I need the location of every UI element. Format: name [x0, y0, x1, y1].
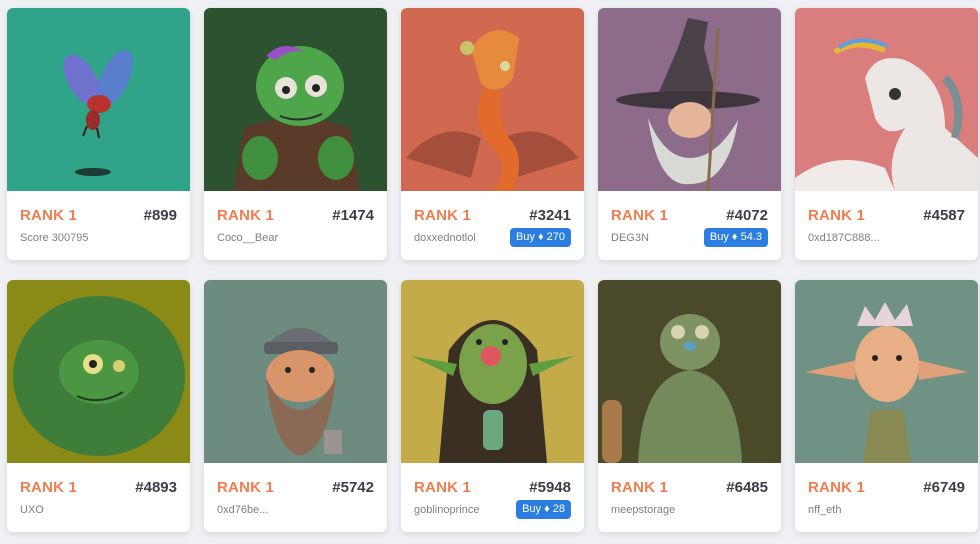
token-id: #5742 — [332, 479, 374, 496]
nft-info: RANK 1 #4587 0xd187C888... — [795, 191, 978, 260]
nft-info: RANK 1 #5948 goblinoprince Buy ♦ 28 — [401, 463, 584, 532]
owner-name[interactable]: meepstorage — [611, 504, 675, 516]
owner-name[interactable]: 0xd187C888... — [808, 232, 880, 244]
token-id: #5948 — [529, 479, 571, 496]
nft-image[interactable] — [795, 280, 978, 463]
buy-button[interactable]: Buy ♦ 54.3 — [703, 228, 768, 247]
club-wielding-ogre-art — [598, 280, 781, 463]
nft-card[interactable]: RANK 1 #6749 nff_eth — [795, 280, 978, 532]
token-id: #1474 — [332, 207, 374, 224]
nft-info: RANK 1 #899 Score 300795 — [7, 191, 190, 260]
nft-card[interactable]: RANK 1 #4587 0xd187C888... — [795, 8, 978, 260]
winged-bug-creature-art — [7, 8, 190, 191]
owner-name[interactable]: doxxednotlol — [414, 232, 476, 244]
nft-info: RANK 1 #4893 UXO — [7, 463, 190, 532]
nft-image[interactable] — [598, 8, 781, 191]
rank-label: RANK 1 — [808, 207, 866, 224]
token-id: #6485 — [726, 479, 768, 496]
nft-info: RANK 1 #6749 nff_eth — [795, 463, 978, 532]
nft-info: RANK 1 #6485 meepstorage — [598, 463, 781, 532]
nft-card[interactable]: RANK 1 #4072 DEG3N Buy ♦ 54.3 — [598, 8, 781, 260]
rank-label: RANK 1 — [217, 207, 275, 224]
nft-info: RANK 1 #4072 DEG3N Buy ♦ 54.3 — [598, 191, 781, 260]
owner-name[interactable]: goblinoprince — [414, 504, 479, 516]
green-zombie-creature-art — [204, 8, 387, 191]
nft-info: RANK 1 #1474 Coco__Bear — [204, 191, 387, 260]
owner-name[interactable]: 0xd76be... — [217, 504, 268, 516]
rank-label: RANK 1 — [20, 479, 78, 496]
green-troll-art — [7, 280, 190, 463]
token-id: #899 — [143, 207, 177, 224]
rank-label: RANK 1 — [217, 479, 275, 496]
buy-button[interactable]: Buy ♦ 28 — [516, 500, 571, 519]
nft-image[interactable] — [7, 280, 190, 463]
nft-card[interactable]: RANK 1 #6485 meepstorage — [598, 280, 781, 532]
rank-label: RANK 1 — [414, 207, 472, 224]
nft-image[interactable] — [401, 280, 584, 463]
orange-bat-creature-art — [401, 8, 584, 191]
nft-image[interactable] — [598, 280, 781, 463]
rank-label: RANK 1 — [611, 207, 669, 224]
token-id: #4072 — [726, 207, 768, 224]
nft-info: RANK 1 #5742 0xd76be... — [204, 463, 387, 532]
long-haired-goblin-art — [401, 280, 584, 463]
rainbow-unicorn-art — [795, 8, 978, 191]
owner-name[interactable]: Score 300795 — [20, 232, 89, 244]
bearded-wizard-art — [598, 8, 781, 191]
buy-button[interactable]: Buy ♦ 270 — [509, 228, 571, 247]
nft-card[interactable]: RANK 1 #1474 Coco__Bear — [204, 8, 387, 260]
nft-image[interactable] — [204, 280, 387, 463]
nft-image[interactable] — [401, 8, 584, 191]
nft-image[interactable] — [7, 8, 190, 191]
owner-name[interactable]: UXO — [20, 504, 44, 516]
nft-card[interactable]: RANK 1 #899 Score 300795 — [7, 8, 190, 260]
nft-card[interactable]: RANK 1 #4893 UXO — [7, 280, 190, 532]
nft-card[interactable]: RANK 1 #3241 doxxednotlol Buy ♦ 270 — [401, 8, 584, 260]
nft-info: RANK 1 #3241 doxxednotlol Buy ♦ 270 — [401, 191, 584, 260]
owner-name[interactable]: DEG3N — [611, 232, 649, 244]
spiky-haired-goblin-art — [795, 280, 978, 463]
token-id: #4893 — [135, 479, 177, 496]
nft-grid: RANK 1 #899 Score 300795 RANK 1 #1474 Co… — [7, 8, 978, 532]
nft-card[interactable]: RANK 1 #5948 goblinoprince Buy ♦ 28 — [401, 280, 584, 532]
nft-card[interactable]: RANK 1 #5742 0xd76be... — [204, 280, 387, 532]
nft-image[interactable] — [204, 8, 387, 191]
rank-label: RANK 1 — [414, 479, 472, 496]
owner-name[interactable]: Coco__Bear — [217, 232, 278, 244]
owner-name[interactable]: nff_eth — [808, 504, 841, 516]
token-id: #3241 — [529, 207, 571, 224]
nft-image[interactable] — [795, 8, 978, 191]
rank-label: RANK 1 — [20, 207, 78, 224]
helmeted-dwarf-art — [204, 280, 387, 463]
token-id: #6749 — [923, 479, 965, 496]
rank-label: RANK 1 — [808, 479, 866, 496]
token-id: #4587 — [923, 207, 965, 224]
rank-label: RANK 1 — [611, 479, 669, 496]
